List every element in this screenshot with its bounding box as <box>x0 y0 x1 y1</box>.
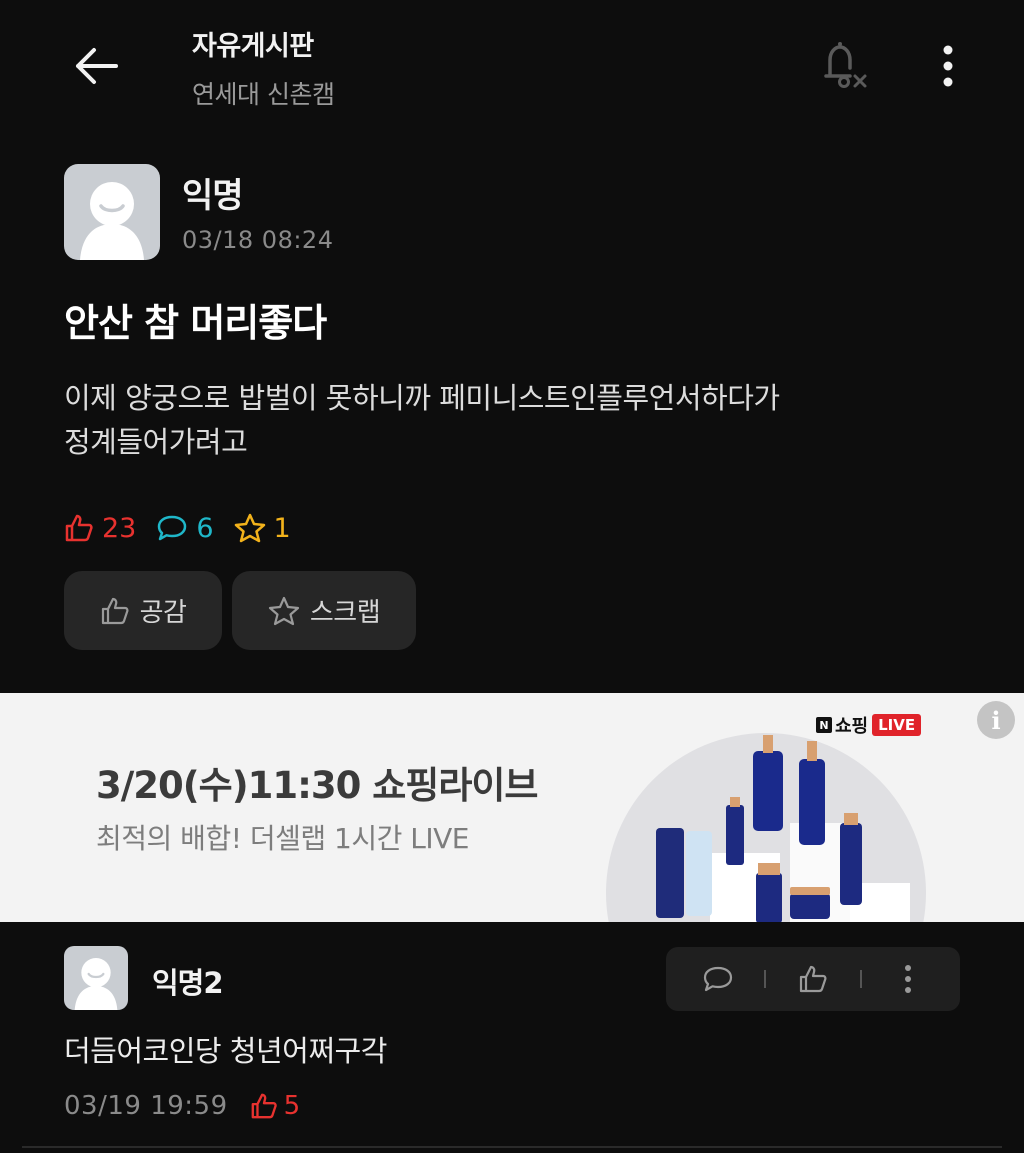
default-avatar-icon <box>80 182 144 260</box>
post-timestamp: 03/18 08:24 <box>182 226 334 254</box>
more-vertical-icon <box>905 965 912 993</box>
action-separator <box>859 970 862 988</box>
shopping-live-badge: N 쇼핑 LIVE <box>816 712 922 738</box>
comment-timestamp: 03/19 19:59 <box>64 1091 228 1121</box>
ad-subtitle: 최적의 배합! 더셀랩 1시간 LIVE <box>96 822 469 855</box>
notification-toggle-button[interactable] <box>812 34 876 98</box>
notification-off-icon <box>824 42 867 88</box>
comment-action-bar <box>666 947 960 1011</box>
comment-meta: 03/19 19:59 5 <box>64 1086 300 1126</box>
naver-logo-icon: N <box>816 717 832 733</box>
post-body-line: 이제 양궁으로 밥벌이 못하니까 페미니스트인플루언서하다가 <box>64 381 780 415</box>
comment-like-value: 5 <box>283 1091 301 1121</box>
comment-text: 더듬어코인당 청년어쩌구각 <box>64 1034 387 1068</box>
action-separator <box>764 970 767 988</box>
back-button[interactable] <box>66 38 126 94</box>
comment-like-count: 5 <box>250 1091 301 1121</box>
comment-icon <box>703 966 732 992</box>
live-badge: LIVE <box>872 714 922 736</box>
board-title: 자유게시판 <box>192 31 314 62</box>
ad-info-button[interactable]: i <box>977 701 1015 739</box>
more-options-button[interactable] <box>926 38 970 94</box>
post-stats: 23 6 1 <box>64 508 311 548</box>
thumbs-up-icon <box>65 514 93 542</box>
like-count-value: 23 <box>102 512 137 544</box>
post-author-name: 익명 <box>182 176 244 216</box>
comment-count: 6 <box>156 512 214 544</box>
comment-author-name: 익명2 <box>152 966 224 1000</box>
thumbs-up-icon <box>101 597 129 624</box>
app-header: 자유게시판 연세대 신촌캠 <box>0 0 1024 130</box>
scrap-button-label: 스크랩 <box>309 598 381 628</box>
thumbs-up-icon <box>799 965 827 993</box>
ad-title: 3/20(수)11:30 쇼핑라이브 <box>96 764 538 807</box>
scrap-count-value: 1 <box>273 512 291 544</box>
back-arrow-icon <box>76 48 118 84</box>
star-icon <box>234 513 265 543</box>
comment-more-button[interactable] <box>883 954 933 1004</box>
scrap-button[interactable]: 스크랩 <box>232 571 416 650</box>
header-title-group: 자유게시판 연세대 신촌캠 <box>192 24 335 111</box>
like-button[interactable]: 공감 <box>64 571 222 650</box>
board-subtitle: 연세대 신촌캠 <box>192 80 335 109</box>
post-body: 이제 양궁으로 밥벌이 못하니까 페미니스트인플루언서하다가 정계들어가려고 <box>64 376 964 464</box>
more-vertical-icon <box>943 45 953 87</box>
like-count: 23 <box>64 513 136 544</box>
ad-product-image <box>656 735 910 922</box>
comment-icon <box>158 515 187 541</box>
ad-banner[interactable]: N 쇼핑 LIVE i 3/20(수)11:30 쇼핑라이브 최적의 배합! 더… <box>0 693 1024 922</box>
comment-like-button[interactable] <box>788 954 838 1004</box>
shopping-badge-text: 쇼핑 <box>835 716 869 737</box>
info-icon: i <box>991 705 1001 735</box>
post-author-avatar <box>64 164 160 260</box>
like-button-label: 공감 <box>139 598 187 628</box>
post-body-line: 정계들어가려고 <box>64 425 248 459</box>
default-avatar-icon <box>74 958 118 1010</box>
reply-button[interactable] <box>693 954 743 1004</box>
scrap-count: 1 <box>234 513 291 544</box>
thumbs-up-icon <box>251 1093 277 1119</box>
comment-count-value: 6 <box>196 512 214 544</box>
post-title: 안산 참 머리좋다 <box>64 301 327 345</box>
comment-divider <box>22 1146 1002 1148</box>
comment-author-avatar <box>64 946 128 1010</box>
star-icon <box>268 596 299 625</box>
